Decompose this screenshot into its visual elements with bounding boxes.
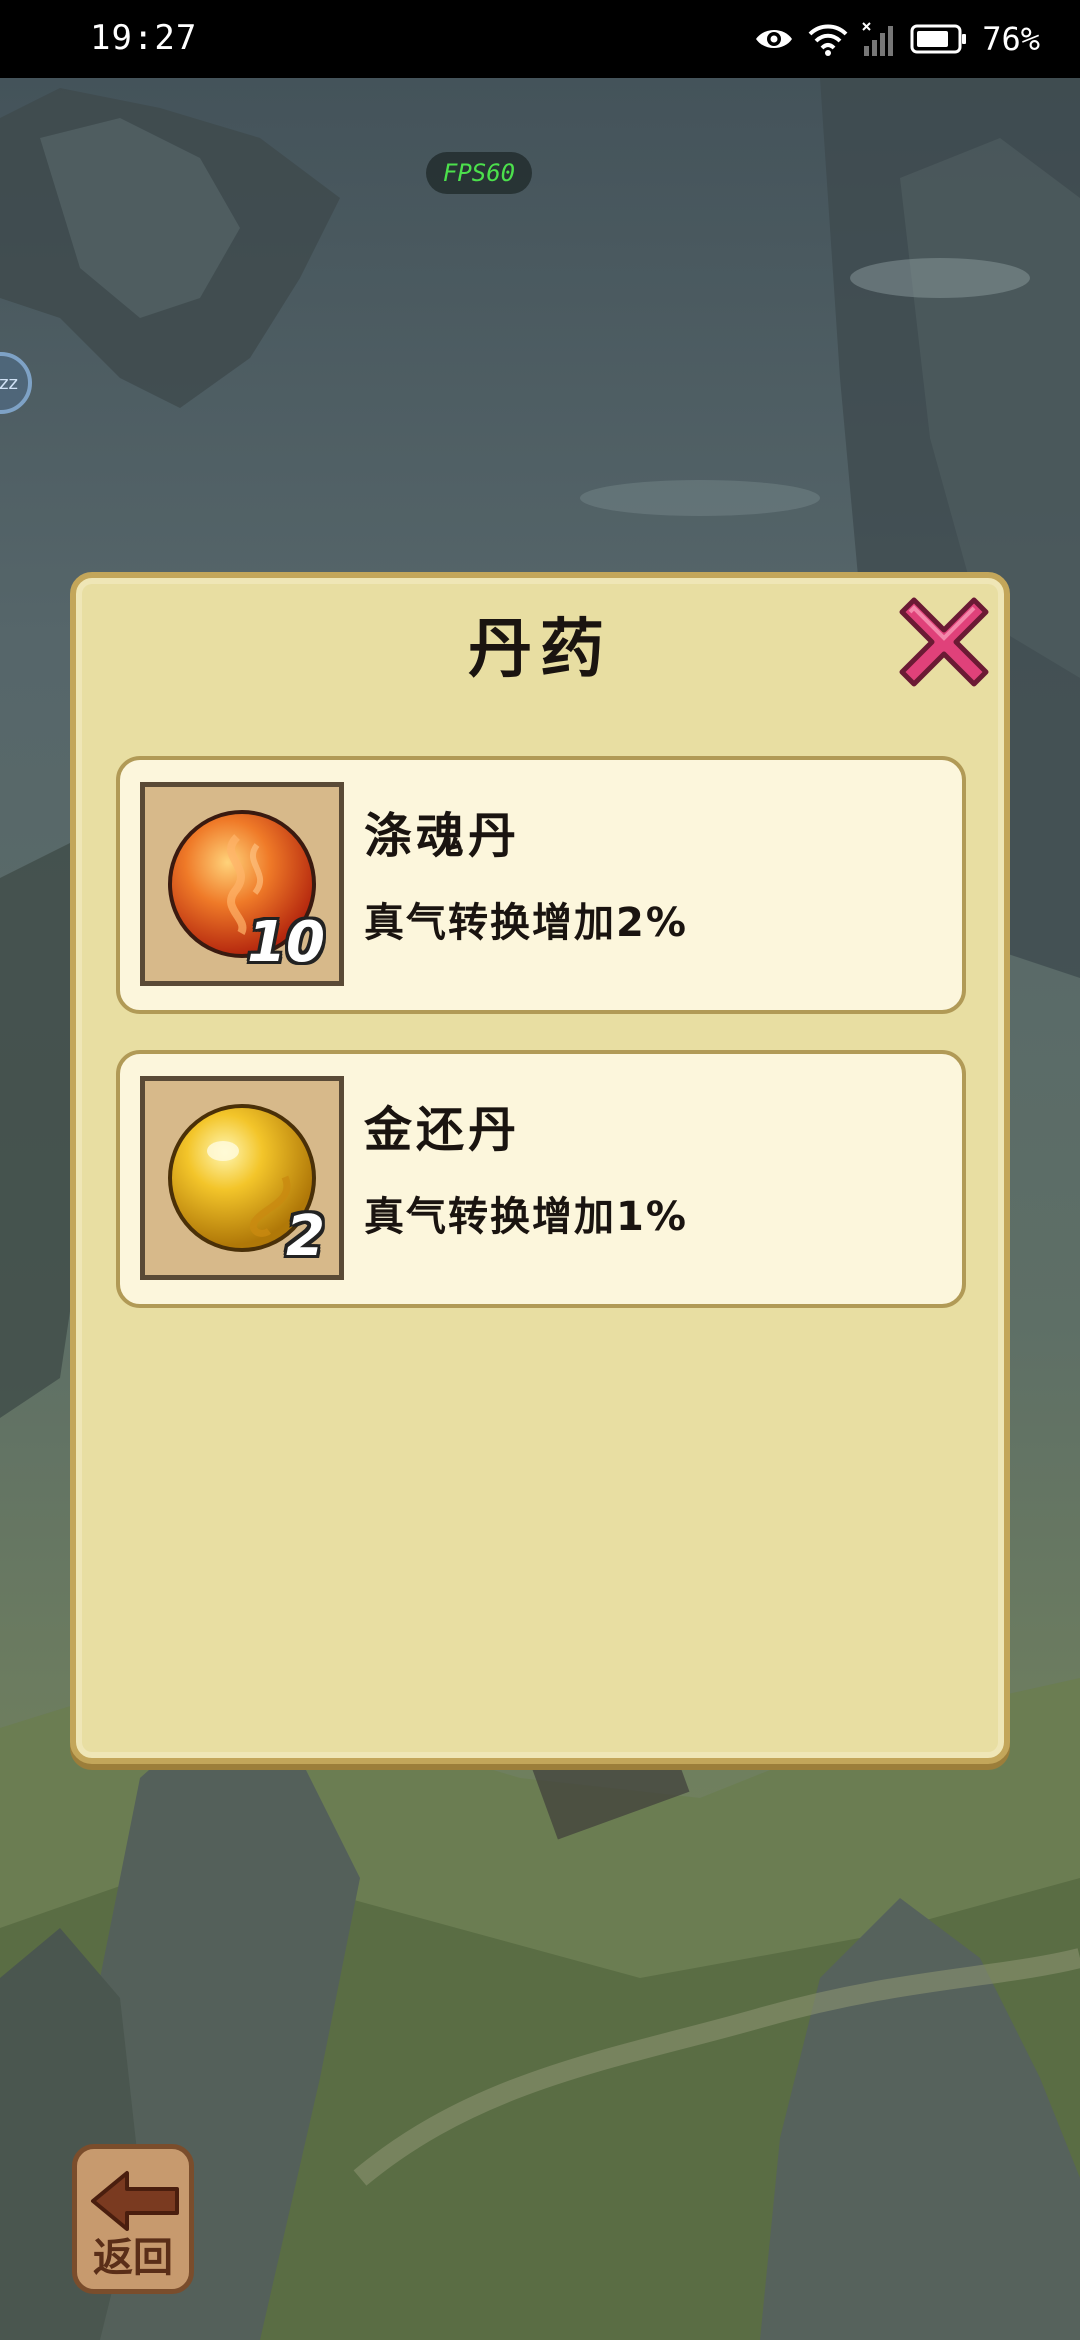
back-button[interactable]: 返回	[72, 2144, 194, 2294]
item-count: 10	[247, 910, 325, 975]
back-button-label: 返回	[93, 2235, 173, 2281]
item-slot: 2	[140, 1076, 344, 1280]
close-x-icon	[899, 597, 989, 687]
wifi-icon	[808, 24, 848, 56]
signal-icon	[862, 22, 894, 56]
list-item[interactable]: 2 金还丹 真气转换增加1%	[116, 1050, 966, 1308]
item-description: 真气转换增加1%	[364, 1194, 688, 1240]
status-bar: 19:27 76%	[0, 0, 1080, 78]
item-name: 金还丹	[364, 1102, 521, 1158]
elixir-dialog: 丹药 10 涤魂丹 真气转换增加2% 2 金还丹 真气转换增加1%	[70, 572, 1010, 1764]
fps-indicator: FPS60	[426, 152, 532, 194]
game-screen: 19:27 76% FPS60 zz 丹药 10 涤魂丹 真气转换增加2% 2 …	[0, 0, 1080, 2340]
status-icons: 76%	[754, 14, 1040, 64]
eye-icon	[756, 30, 793, 48]
dialog-title: 丹药	[468, 613, 612, 687]
item-description: 真气转换增加2%	[364, 900, 688, 946]
status-time: 19:27	[90, 18, 198, 58]
close-button[interactable]	[888, 586, 1000, 698]
item-slot: 10	[140, 782, 344, 986]
battery-percent: 76%	[982, 20, 1040, 58]
item-count: 2	[286, 1204, 325, 1269]
item-name: 涤魂丹	[364, 808, 521, 864]
list-item[interactable]: 10 涤魂丹 真气转换增加2%	[116, 756, 966, 1014]
battery-icon	[910, 24, 967, 54]
